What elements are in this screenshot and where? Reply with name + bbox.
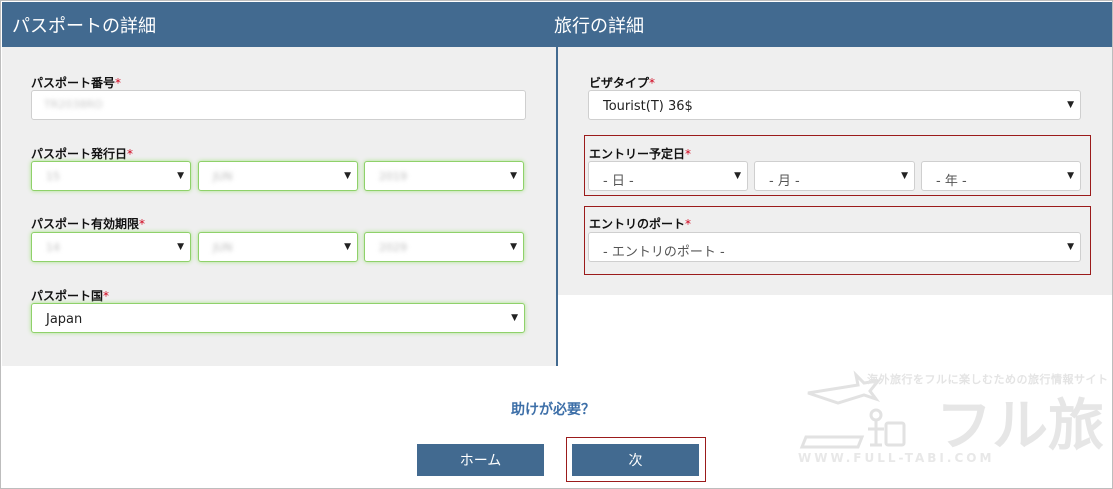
expiry-year-value: 2029 — [379, 241, 407, 254]
passport-country-label: パスポート国* — [31, 289, 110, 303]
chevron-down-icon: ▼ — [511, 313, 518, 323]
issue-month-value: JUN — [213, 170, 233, 183]
entry-month-placeholder: - 月 - — [769, 174, 800, 189]
expiry-month-value: JUN — [213, 241, 233, 254]
chevron-down-icon: ▼ — [1067, 242, 1074, 252]
entry-day-placeholder: - 日 - — [603, 174, 634, 189]
entry-port-placeholder: - エントリのポート - — [603, 245, 725, 260]
issue-year-value: 2019 — [379, 170, 407, 183]
entry-port-label: エントリのポート* — [589, 217, 692, 231]
visa-type-value: Tourist(T) 36$ — [603, 99, 693, 114]
entry-year-select[interactable]: - 年 - ▼ — [921, 161, 1081, 191]
chevron-down-icon: ▼ — [344, 171, 351, 181]
watermark-logo: フル旅 — [936, 394, 1104, 459]
entry-day-select[interactable]: - 日 - ▼ — [588, 161, 748, 191]
issue-year-select[interactable]: 2019 ▼ — [364, 161, 524, 191]
passport-number-input[interactable]: TR2038RO — [31, 90, 526, 120]
expiry-day-value: 14 — [46, 241, 60, 254]
travel-section-title: 旅行の詳細 — [554, 16, 644, 37]
visa-type-label: ビザタイプ* — [589, 76, 656, 90]
chevron-down-icon: ▼ — [510, 171, 517, 181]
passport-section-title: パスポートの詳細 — [12, 16, 156, 37]
passport-number-label: パスポート番号* — [31, 76, 122, 90]
expiry-day-select[interactable]: 14 ▼ — [31, 232, 191, 262]
entry-date-label: エントリー予定日* — [589, 147, 692, 161]
chevron-down-icon: ▼ — [177, 242, 184, 252]
passport-expiry-date-label: パスポート有効期限* — [31, 217, 146, 231]
chevron-down-icon: ▼ — [1067, 100, 1074, 110]
chevron-down-icon: ▼ — [734, 171, 741, 181]
chevron-down-icon: ▼ — [344, 242, 351, 252]
home-button[interactable]: ホーム — [417, 444, 544, 476]
chevron-down-icon: ▼ — [177, 171, 184, 181]
passport-country-value: Japan — [46, 312, 83, 327]
visa-type-select[interactable]: Tourist(T) 36$ ▼ — [588, 90, 1081, 120]
visa-application-form: パスポートの詳細 旅行の詳細 パスポート番号* TR2038RO パスポート発行… — [0, 0, 1113, 489]
passport-issue-date-label: パスポート発行日* — [31, 147, 134, 161]
chevron-down-icon: ▼ — [510, 242, 517, 252]
chevron-down-icon: ▼ — [1067, 171, 1074, 181]
form-header: パスポートの詳細 旅行の詳細 — [2, 2, 1112, 47]
issue-day-value: 15 — [46, 170, 60, 183]
expiry-month-select[interactable]: JUN ▼ — [198, 232, 358, 262]
next-button[interactable]: 次 — [572, 444, 699, 476]
passport-number-value: TR2038RO — [44, 98, 103, 111]
watermark-url: WWW.FULL-TABI.COM — [798, 451, 995, 465]
issue-day-select[interactable]: 15 ▼ — [31, 161, 191, 191]
chevron-down-icon: ▼ — [901, 171, 908, 181]
entry-port-select[interactable]: - エントリのポート - ▼ — [588, 232, 1081, 262]
issue-month-select[interactable]: JUN ▼ — [198, 161, 358, 191]
entry-year-placeholder: - 年 - — [936, 174, 967, 189]
passport-country-select[interactable]: Japan ▼ — [31, 303, 525, 333]
expiry-year-select[interactable]: 2029 ▼ — [364, 232, 524, 262]
entry-month-select[interactable]: - 月 - ▼ — [754, 161, 915, 191]
help-link[interactable]: 助けが必要？ — [511, 399, 595, 419]
